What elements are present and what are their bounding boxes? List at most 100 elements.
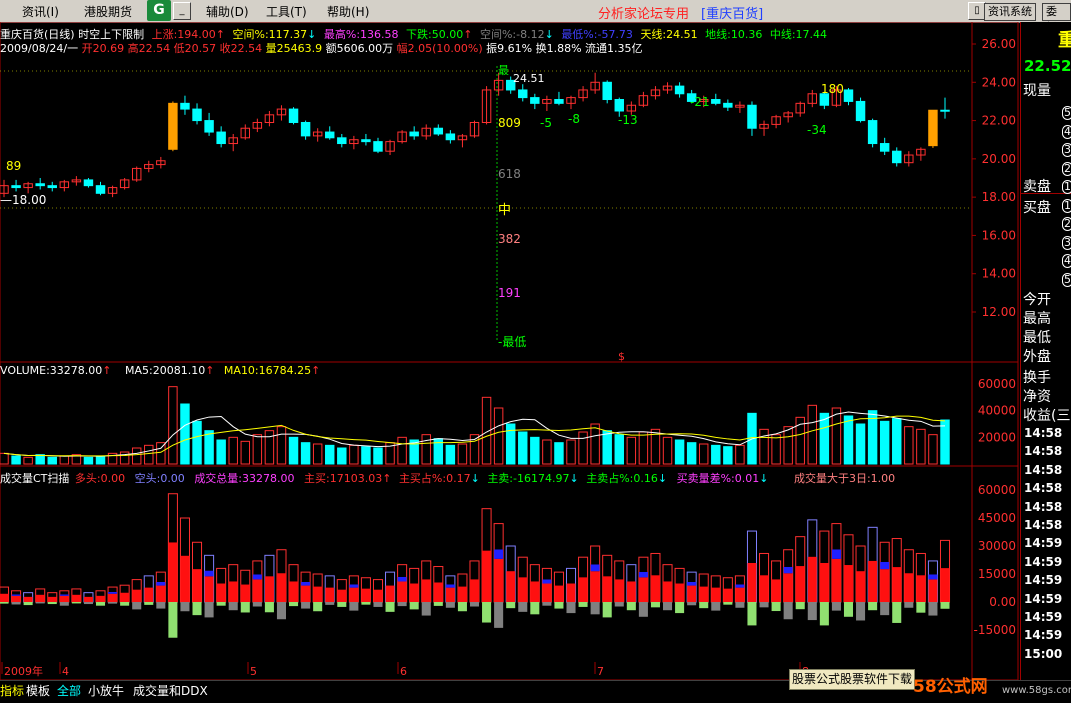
ct-buy-bar	[747, 562, 757, 602]
ct-buy-bar	[928, 579, 938, 602]
candle	[843, 89, 854, 102]
ct-buy-bar	[0, 593, 9, 602]
menu-hk-futures[interactable]: 港股期货	[84, 3, 132, 20]
candle	[614, 99, 624, 112]
volume-bar	[11, 455, 21, 465]
volume-bar	[312, 443, 323, 465]
volume-bar	[180, 403, 190, 465]
volume-series	[0, 386, 950, 465]
info-system-button[interactable]: 资讯系统	[984, 3, 1036, 21]
ct-sell-bar	[95, 602, 106, 606]
tab-all[interactable]: 全部	[57, 681, 81, 701]
price-tick: 20.00	[982, 152, 1016, 166]
ct-buy-bar	[819, 562, 829, 602]
volume-bar	[904, 426, 914, 465]
right-mairpan: 买盘	[1023, 200, 1051, 216]
ct-sell-bar	[240, 602, 250, 613]
ct-sell-bar	[614, 602, 624, 607]
volume-bar	[337, 447, 347, 465]
ct-sell-bar	[59, 602, 69, 606]
tick-time: 14:59	[1024, 610, 1063, 624]
ct-sell-bar	[904, 602, 914, 608]
candle	[723, 102, 733, 108]
volume-bar	[626, 436, 637, 465]
menu-bar: 资讯(I) 港股期货 G _ 辅助(D) 工具(T) 帮助(H) 分析家论坛专用…	[0, 0, 1071, 34]
ct-buy-bar	[856, 571, 866, 602]
menu-help[interactable]: 帮助(H)	[327, 3, 369, 20]
minimize-icon[interactable]: _	[173, 2, 191, 20]
tab-volume-ddx[interactable]: 成交量和DDX	[133, 681, 208, 701]
ct-buy-bar	[252, 579, 262, 602]
tab-indicator[interactable]: 指标	[0, 681, 24, 701]
volume-bar	[288, 436, 299, 465]
price-tick: 16.00	[982, 228, 1016, 242]
ct-sell-bar	[807, 602, 817, 621]
ct-buy-bar	[650, 575, 660, 602]
volume-bar	[916, 428, 926, 465]
ct-sell-bar	[47, 602, 57, 605]
banner-ad[interactable]: 股票公式股票软件下载	[789, 669, 915, 690]
ct-sell-bar	[120, 602, 130, 606]
ct-sell-bar	[276, 602, 286, 620]
ct-blue-bar	[831, 549, 841, 559]
label-m34: -34	[807, 123, 827, 137]
ct-sell-bar	[856, 602, 866, 621]
menu-news[interactable]: 资讯(I)	[22, 3, 59, 20]
tab-xiaofangniu[interactable]: 小放牛	[88, 681, 124, 701]
ct-sell-bar	[868, 602, 878, 611]
candle	[409, 131, 419, 137]
volume-bar	[325, 444, 335, 465]
volume-header: VOLUME:33278.00↑ MA5:20081.10↑ MA10:1678…	[0, 364, 321, 377]
ct-buy-bar	[638, 577, 648, 602]
ct-sell-bar	[578, 602, 588, 607]
ct-blue-bar	[301, 581, 311, 586]
volume-bar	[518, 431, 528, 465]
volume-bar	[47, 456, 57, 465]
ct-sell-bar	[602, 602, 612, 618]
ct-sell-bar	[252, 602, 262, 607]
candle	[711, 99, 721, 104]
ct-sell-bar	[71, 602, 81, 604]
candle	[11, 185, 21, 189]
menu-tools[interactable]: 工具(T)	[266, 3, 307, 20]
ct-buy-bar	[506, 571, 516, 602]
volume-bar	[855, 423, 866, 465]
ct-sell-bar	[264, 602, 274, 613]
tick-time: 14:58	[1024, 426, 1063, 440]
label-18: —18.00	[0, 193, 47, 207]
watermark-brand: 58公式网	[913, 677, 988, 697]
ct-blue-bar	[880, 561, 890, 570]
entrust-button[interactable]: 委托	[1042, 3, 1071, 34]
volume-bar	[614, 434, 624, 465]
ct-sell-bar	[289, 602, 299, 607]
candle	[192, 108, 202, 122]
ct-blue-bar	[252, 574, 262, 580]
price-tick: 18.00	[982, 190, 1016, 204]
candle	[518, 89, 528, 99]
ct-buy-bar	[409, 583, 419, 602]
candle	[879, 143, 890, 152]
ct-name: 成交量CT扫描	[0, 472, 70, 485]
ct-buy-bar	[482, 550, 492, 602]
ct-tick: 15000	[978, 567, 1016, 581]
ct-buy-bar	[95, 595, 106, 602]
ct-sell-bar	[554, 602, 564, 609]
ct-buy-bar	[783, 573, 793, 602]
ct-blue-bar	[445, 584, 455, 588]
tab-template[interactable]: 模板	[26, 681, 50, 701]
ct-buy-bar	[663, 581, 673, 602]
ct-buy-bar	[361, 588, 371, 602]
volume-tick: 40000	[978, 404, 1016, 418]
ma5-value: MA5:20081.10	[124, 364, 206, 377]
candle	[892, 150, 902, 164]
order-level: 4	[1062, 254, 1071, 268]
volume-bar	[228, 436, 238, 465]
candle	[337, 137, 347, 145]
ct-sell-bar	[469, 602, 480, 607]
volume-bar	[35, 454, 45, 465]
candle	[325, 131, 335, 139]
menu-assist[interactable]: 辅助(D)	[206, 3, 249, 20]
ct-buy-bar	[518, 577, 528, 602]
ct-buy-bar	[843, 565, 854, 602]
label-89: 89	[6, 159, 22, 173]
